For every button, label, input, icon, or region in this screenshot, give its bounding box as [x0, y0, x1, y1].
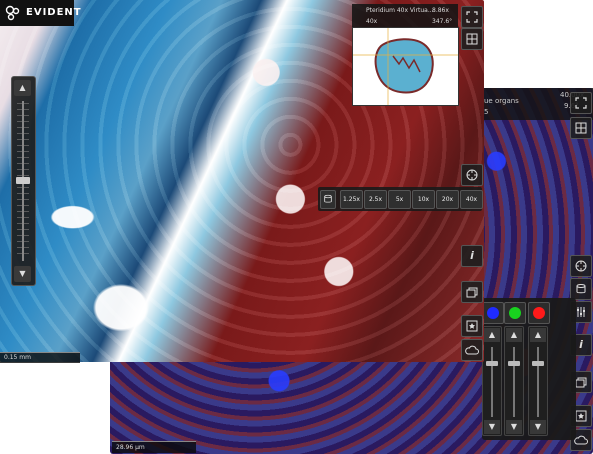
front-scalebar-label: 0.15 mm [4, 354, 31, 361]
slider-track [491, 347, 493, 417]
back-slide-stack-button[interactable] [570, 278, 592, 300]
compass-icon [575, 260, 587, 272]
chevron-up-icon[interactable]: ▲ [530, 328, 546, 342]
overview-map[interactable] [352, 27, 459, 106]
overview-zoom: 8.86x [432, 7, 449, 14]
zoom-out-button[interactable]: ▼ [14, 266, 31, 282]
slider-knob[interactable] [486, 361, 498, 366]
channel-red-button[interactable] [528, 302, 550, 324]
chevron-down-icon[interactable]: ▼ [506, 420, 522, 434]
zoom-in-button[interactable]: ▲ [14, 80, 31, 96]
overview-angle: 347.6° [432, 18, 453, 25]
star-icon [466, 320, 478, 332]
objective-2.5x-button[interactable]: 2.5x [364, 190, 387, 209]
chevron-up-icon: ▲ [19, 83, 26, 92]
overview-thumbnail [353, 28, 458, 105]
bookmark-button[interactable] [461, 315, 483, 337]
channel-color-swatch [509, 307, 521, 319]
slider-knob[interactable] [532, 361, 544, 366]
channel-green-slider[interactable]: ▲ ▼ [504, 326, 524, 436]
overview-title: Pteridium 40x Virtua... [366, 7, 434, 14]
channel-red-slider[interactable]: ▲ ▼ [528, 326, 548, 436]
back-scalebar: 28.96 µm [112, 441, 196, 453]
back-scalebar-label: 28.96 µm [116, 444, 145, 451]
layers-icon [466, 287, 478, 298]
layers-icon [575, 377, 587, 388]
info-button[interactable]: i [461, 245, 483, 267]
logo-text: EVIDENT [26, 7, 82, 18]
chevron-down-icon: ▼ [19, 269, 26, 278]
front-scalebar: 0.15 mm [0, 352, 80, 363]
back-fullscreen-button[interactable] [570, 92, 592, 114]
zoom-knob[interactable] [16, 177, 30, 184]
objective-20x-button[interactable]: 20x [436, 190, 459, 209]
zoom-slider[interactable]: ▲ ▼ [11, 76, 36, 286]
logo-rings-icon [5, 5, 20, 21]
back-compass-button[interactable] [570, 255, 592, 277]
back-grid-button[interactable] [570, 117, 592, 139]
chevron-down-icon[interactable]: ▼ [484, 420, 500, 434]
info-icon: i [470, 249, 474, 262]
evident-logo: EVIDENT [0, 0, 81, 26]
cloud-icon [574, 435, 588, 445]
back-side-value: 5 [484, 108, 489, 116]
back-viewer-title: ue organs [484, 97, 519, 105]
info-icon: i [579, 338, 583, 351]
overview-objective: 40x [366, 18, 378, 25]
channel-color-swatch [487, 307, 499, 319]
expand-icon [575, 97, 587, 109]
objective-1.25x-button[interactable]: 1.25x [340, 190, 363, 209]
grid-button[interactable] [461, 28, 483, 50]
objective-10x-button[interactable]: 10x [412, 190, 435, 209]
channel-panel: ▲ ▼ ▲ ▼ ▲ ▼ [482, 298, 576, 440]
star-icon [575, 410, 587, 422]
sliders-icon [577, 307, 585, 317]
channel-green-button[interactable] [504, 302, 526, 324]
chevron-down-icon[interactable]: ▼ [530, 420, 546, 434]
channel-color-swatch [533, 307, 545, 319]
overview-info-bar: Pteridium 40x Virtua... 8.86x 40x 347.6° [352, 4, 458, 28]
compass-icon [466, 169, 478, 181]
layers-button[interactable] [461, 281, 483, 303]
slide-stack-icon [324, 194, 332, 203]
cloud-button[interactable] [461, 339, 483, 361]
expand-icon [466, 11, 478, 23]
channel-blue-slider[interactable]: ▲ ▼ [482, 326, 502, 436]
chevron-up-icon[interactable]: ▲ [506, 328, 522, 342]
cloud-icon [465, 345, 479, 355]
channel-blue-button[interactable] [482, 302, 504, 324]
chevron-up-icon[interactable]: ▲ [484, 328, 500, 342]
compass-button[interactable] [461, 164, 483, 186]
slider-track [537, 347, 539, 417]
slider-track [513, 347, 515, 417]
objective-5x-button[interactable]: 5x [388, 190, 411, 209]
slider-knob[interactable] [508, 361, 520, 366]
objective-bar: 1.25x 2.5x 5x 10x 20x 40x [318, 187, 483, 211]
grid-icon [466, 33, 478, 45]
slide-button[interactable] [320, 190, 336, 209]
slide-stack-icon [576, 284, 586, 294]
grid-icon [575, 122, 587, 134]
fullscreen-button[interactable] [461, 6, 483, 28]
objective-40x-button[interactable]: 40x [460, 190, 483, 209]
